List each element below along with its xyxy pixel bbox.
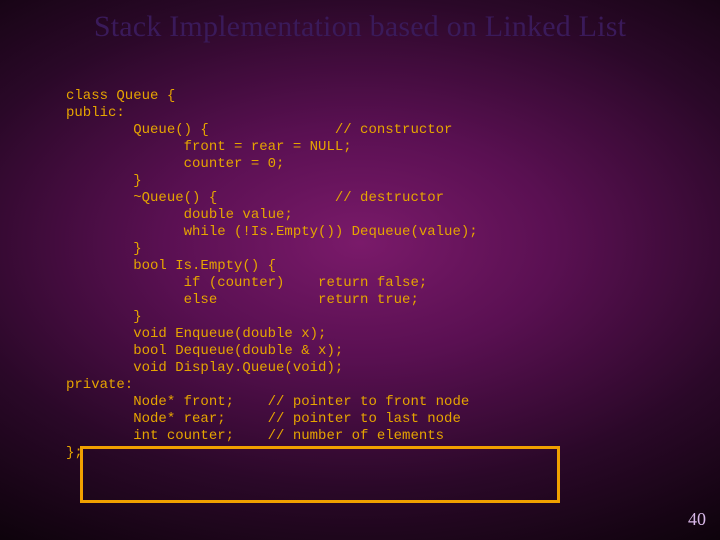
code-line-03: Queue() { // constructor bbox=[66, 122, 452, 138]
code-line-22: }; bbox=[66, 445, 83, 461]
code-line-11: bool Is.Empty() { bbox=[66, 258, 276, 274]
code-line-16: bool Dequeue(double & x); bbox=[66, 343, 343, 359]
code-line-20: Node* rear; // pointer to last node bbox=[66, 411, 461, 427]
code-line-19: Node* front; // pointer to front node bbox=[66, 394, 469, 410]
code-line-12: if (counter) return false; bbox=[66, 275, 427, 291]
slide-title: Stack Implementation based on Linked Lis… bbox=[60, 10, 660, 45]
slide: Stack Implementation based on Linked Lis… bbox=[0, 0, 720, 540]
code-line-18: private: bbox=[66, 377, 133, 393]
code-line-08: double value; bbox=[66, 207, 293, 223]
code-line-01: class Queue { bbox=[66, 88, 175, 104]
code-line-15: void Enqueue(double x); bbox=[66, 326, 326, 342]
code-line-07: ~Queue() { // destructor bbox=[66, 190, 444, 206]
code-line-02: public: bbox=[66, 105, 125, 121]
code-block: class Queue { public: Queue() { // const… bbox=[66, 88, 478, 462]
code-line-04: front = rear = NULL; bbox=[66, 139, 352, 155]
code-line-17: void Display.Queue(void); bbox=[66, 360, 343, 376]
code-line-05: counter = 0; bbox=[66, 156, 284, 172]
code-line-10: } bbox=[66, 241, 142, 257]
code-line-21: int counter; // number of elements bbox=[66, 428, 444, 444]
code-line-09: while (!Is.Empty()) Dequeue(value); bbox=[66, 224, 478, 240]
code-line-14: } bbox=[66, 309, 142, 325]
page-number: 40 bbox=[688, 509, 706, 530]
code-line-13: else return true; bbox=[66, 292, 419, 308]
code-line-06: } bbox=[66, 173, 142, 189]
